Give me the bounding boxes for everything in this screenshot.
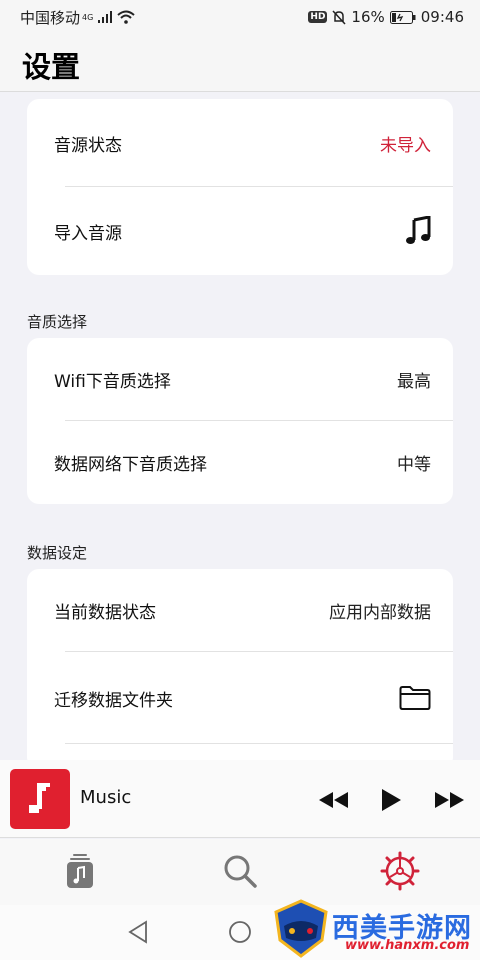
search-icon (224, 855, 257, 888)
status-right: HD 16% 09:46 (308, 8, 464, 26)
status-left: 中国移动 4G (20, 7, 135, 28)
quality-section-label: 音质选择 (27, 313, 88, 331)
wifi-quality-row[interactable]: Wifi下音质选择 最高 (27, 338, 453, 421)
nav-home-button[interactable] (227, 919, 253, 945)
previous-button[interactable] (315, 782, 351, 818)
cellular-quality-row[interactable]: 数据网络下音质选择 中等 (27, 421, 453, 504)
migrate-folder-row[interactable]: 迁移数据文件夹 (27, 652, 453, 744)
clock: 09:46 (420, 8, 464, 26)
source-status-value: 未导入 (380, 135, 431, 156)
watermark-url: www.hanxm.com (345, 938, 470, 953)
album-art[interactable] (10, 769, 70, 829)
data-card: 当前数据状态 应用内部数据 迁移数据文件夹 (27, 569, 453, 760)
hd-badge: HD (308, 11, 328, 23)
carrier-label: 中国移动 (20, 8, 81, 27)
quality-card: Wifi下音质选择 最高 数据网络下音质选择 中等 (27, 338, 453, 504)
wifi-quality-value: 最高 (397, 372, 431, 392)
battery-percent: 16% (351, 8, 385, 26)
cellular-quality-label: 数据网络下音质选择 (54, 455, 207, 475)
next-button[interactable] (432, 782, 468, 818)
network-type: 4G (82, 12, 94, 22)
tab-search[interactable] (220, 851, 260, 891)
fast-forward-icon (435, 792, 464, 808)
header: 设置 (0, 34, 480, 92)
data-status-row[interactable]: 当前数据状态 应用内部数据 (27, 569, 453, 652)
wifi-quality-label: Wifi下音质选择 (54, 372, 171, 392)
battery-icon (389, 10, 416, 24)
source-card: 音源状态 未导入 导入音源 (27, 99, 453, 275)
source-status-label: 音源状态 (54, 135, 122, 156)
track-title[interactable]: Music (80, 787, 131, 808)
source-status-row[interactable]: 音源状态 未导入 (27, 99, 453, 187)
album-note-icon (29, 783, 50, 813)
mute-bell-icon (332, 10, 346, 25)
tab-library[interactable] (60, 851, 100, 891)
nav-back-button[interactable] (125, 919, 151, 945)
cellular-quality-value: 中等 (397, 455, 431, 475)
import-source-row[interactable]: 导入音源 (27, 187, 453, 275)
settings-content[interactable]: 音源状态 未导入 导入音源 音质选择 Wifi下音质选择 最高 数据网络下音质选… (0, 92, 480, 760)
music-note-icon (406, 216, 431, 244)
tab-bar (0, 839, 480, 905)
data-status-label: 当前数据状态 (54, 603, 156, 623)
back-triangle-icon (128, 920, 147, 944)
status-bar: 中国移动 4G HD 16% 09:46 (0, 0, 480, 34)
signal-icon (98, 11, 113, 23)
watermark: 西美手游网 www.hanxm.com (270, 898, 475, 958)
data-section-label: 数据设定 (27, 544, 88, 562)
rewind-icon (319, 792, 348, 808)
watermark-logo-icon (274, 899, 328, 958)
library-icon (67, 854, 93, 888)
page-title: 设置 (22, 50, 81, 84)
tab-settings[interactable] (380, 851, 420, 891)
folder-icon (399, 686, 431, 710)
play-icon (382, 789, 401, 811)
import-source-label: 导入音源 (54, 223, 122, 244)
migrate-folder-label: 迁移数据文件夹 (54, 690, 173, 711)
settings-icon (380, 851, 420, 891)
play-button[interactable] (373, 782, 409, 818)
mini-player[interactable]: Music (0, 760, 480, 838)
data-status-value: 应用内部数据 (329, 603, 431, 623)
home-circle-icon (229, 921, 251, 943)
wifi-icon (117, 10, 135, 24)
